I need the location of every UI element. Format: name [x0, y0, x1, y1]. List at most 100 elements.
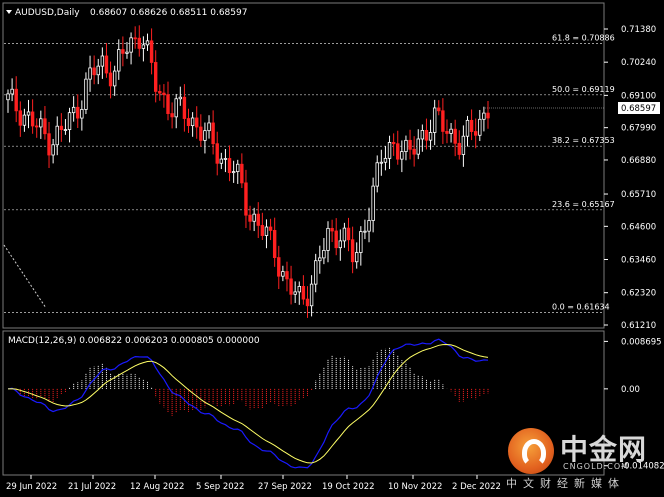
candle-body	[272, 230, 277, 258]
watermark: 中金网 CNGOLD.COM 中文财经新媒体	[506, 428, 658, 490]
candle-body	[80, 109, 84, 119]
candle-body	[334, 230, 338, 249]
candle-body	[207, 122, 211, 132]
candle-body	[63, 129, 68, 131]
candle-body	[420, 130, 425, 140]
candle-body	[383, 157, 388, 163]
candle-body	[108, 72, 113, 87]
candle-body	[244, 182, 248, 216]
candle-body	[404, 139, 408, 152]
candle-body	[289, 278, 293, 295]
candle-body	[92, 67, 96, 76]
candle-body	[428, 132, 433, 141]
candle-body	[153, 62, 158, 92]
candle-body	[67, 112, 72, 130]
current-price-label: 0.68597	[621, 104, 656, 114]
candle-body	[145, 40, 150, 46]
candle-body	[457, 142, 461, 155]
price-tick-label: 0.64600	[621, 222, 656, 232]
chart-title: AUDUSD,Daily	[15, 8, 80, 18]
candle-body	[104, 55, 109, 74]
candle-body	[293, 291, 297, 295]
candle-body	[203, 130, 207, 141]
candle-body	[211, 122, 215, 145]
date-tick-label: 19 Oct 2022	[322, 482, 375, 492]
candle-body	[133, 37, 137, 40]
candle-body	[26, 111, 31, 116]
fib-level-label: 38.2 = 0.67353	[552, 136, 615, 145]
watermark-domain: CNGOLD.COM	[563, 462, 630, 471]
candle-body	[219, 158, 224, 164]
price-tick-label: 0.71380	[621, 25, 656, 35]
candle-body	[59, 125, 64, 130]
candle-body	[391, 142, 396, 145]
candle-body	[170, 113, 174, 118]
candle-body	[318, 257, 322, 262]
candle-body	[71, 106, 76, 114]
macd-title: MACD(12,26,9) 0.006822 0.006203 0.000805…	[8, 336, 260, 346]
candle-body	[338, 240, 343, 249]
candle-body	[473, 131, 478, 136]
candle-body	[268, 226, 273, 231]
candle-body	[330, 227, 334, 232]
watermark-slogan: 中文财经新媒体	[506, 477, 625, 490]
macd-histogram	[11, 347, 489, 416]
candle-body	[47, 133, 51, 156]
date-tick-label: 12 Aug 2022	[130, 482, 184, 492]
candle-body	[482, 112, 486, 120]
candle-body	[453, 128, 457, 144]
candle-body	[367, 220, 371, 232]
fibonacci-retracement[interactable]: 61.8 = 0.70886 50.0 = 0.69119 38.2 = 0.673…	[4, 33, 615, 314]
chart-window[interactable]: AUDUSD,Daily 0.68607 0.68626 0.68511 0.6…	[0, 0, 664, 497]
macd-tick-label: 0.008695	[621, 337, 662, 347]
candle-body	[264, 226, 269, 236]
candle-body	[227, 158, 232, 174]
candle-body	[22, 114, 27, 126]
candle-body	[260, 224, 265, 236]
candle-body	[465, 119, 470, 137]
candle-body	[408, 139, 412, 150]
candle-body	[469, 119, 474, 132]
price-tick-label: 0.63460	[621, 256, 656, 266]
candle-body	[396, 143, 400, 160]
price-tick-label: 0.67990	[621, 124, 656, 134]
candle-body	[100, 55, 105, 67]
candle-body	[277, 257, 281, 277]
cngold-logo-icon	[508, 428, 554, 474]
candle-body	[486, 112, 490, 119]
candle-body	[129, 37, 133, 53]
candle-body	[441, 110, 445, 132]
candle-body	[141, 44, 146, 49]
date-tick-label: 29 Jun 2022	[6, 482, 57, 492]
candle-body	[137, 37, 141, 49]
candle-body	[178, 96, 183, 100]
candle-body	[186, 118, 191, 127]
candle-body	[162, 92, 166, 96]
candle-body	[355, 252, 359, 263]
fib-level-label: 0.0 = 0.61634	[552, 303, 610, 312]
candle-body	[84, 78, 88, 110]
candle-body	[297, 285, 301, 293]
candle-body	[51, 144, 55, 156]
dashed-trendline[interactable]	[3, 244, 47, 309]
fib-level-label: 61.8 = 0.70886	[552, 33, 615, 42]
candle-body	[305, 298, 310, 307]
candle-body	[400, 151, 404, 160]
candle-body	[43, 118, 47, 135]
candle-body	[112, 70, 117, 87]
date-tick-label: 2 Dec 2022	[452, 482, 501, 492]
ohlc-readout: 0.68607 0.68626 0.68511 0.68597	[90, 8, 247, 18]
candle-body	[39, 118, 43, 128]
candle-body	[432, 107, 437, 133]
candle-body	[359, 231, 363, 253]
candle-body	[437, 107, 441, 112]
candle-body	[6, 93, 10, 101]
candle-body	[125, 51, 129, 54]
time-axis: 29 Jun 2022 21 Jul 2022 12 Aug 2022 5 Sep 2…	[6, 475, 501, 492]
price-tick-label: 0.65710	[621, 190, 656, 200]
symbol-dropdown-icon[interactable]	[6, 10, 12, 14]
candle-body	[88, 67, 92, 80]
macd-tick-label: 0.00	[621, 385, 640, 395]
candle-body	[174, 98, 178, 118]
candle-body	[424, 130, 429, 141]
